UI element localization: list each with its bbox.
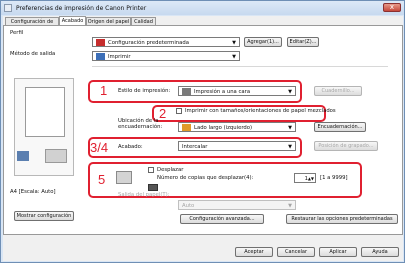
title-bar: Preferencias de impresión de Canon Print… [1, 1, 404, 15]
mixed-sizes-label: Imprimir con tamaños/orientaciones de pa… [185, 108, 336, 114]
chevron-down-icon: ▼ [232, 40, 236, 46]
offset-copies-spinner[interactable]: 1 ▲▼ [294, 173, 316, 183]
offset-copies-range: [1 a 9999] [320, 175, 348, 181]
advanced-settings-button[interactable]: Configuración avanzada... [180, 214, 264, 224]
finishing-value: Intercalar [182, 144, 208, 150]
dialog-content: Configuración de página Acabado Origen d… [3, 16, 403, 261]
mixed-sizes-checkbox[interactable] [176, 108, 182, 114]
staple-position-button[interactable]: Posición de grapado... [314, 141, 378, 151]
divider [92, 66, 388, 67]
chevron-down-icon: ▼ [288, 89, 292, 95]
finisher-preview-icon [45, 149, 67, 163]
profile-icon [96, 39, 105, 46]
offset-copies-label: Número de copias que desplazar(4): [157, 175, 254, 181]
offset-label: Desplazar [157, 167, 184, 173]
offset-sample-icon [148, 184, 158, 191]
callout-34-number: 3/4 [90, 140, 109, 155]
window-title: Preferencias de impresión de Canon Print… [16, 4, 147, 12]
chevron-down-icon: ▼ [288, 144, 292, 150]
edit-profile-button[interactable]: Editar(Z)... [287, 37, 319, 47]
apply-button[interactable]: Aplicar [319, 247, 357, 257]
offset-checkbox[interactable] [148, 167, 154, 173]
chevron-down-icon: ▼ [288, 203, 292, 209]
paper-output-select[interactable]: Auto ▼ [178, 200, 296, 210]
one-sided-icon [182, 88, 191, 95]
output-method-label: Método de salida [10, 51, 56, 57]
profile-label: Perfil [10, 30, 24, 36]
paper-output-label: Salida del papel(T): [118, 192, 170, 198]
spinner-arrows-icon[interactable]: ▲▼ [308, 175, 314, 183]
printer-icon [4, 4, 12, 12]
chevron-down-icon: ▼ [232, 54, 236, 60]
binding-icon [182, 124, 191, 131]
callout-1-number: 1 [100, 83, 108, 98]
callout-5-number: 5 [98, 172, 106, 187]
booklet-button[interactable]: Cuadernillo... [314, 86, 362, 96]
binding-value: Lado largo (izquierdo) [194, 125, 253, 131]
binding-button[interactable]: Encuadernación... [314, 122, 366, 132]
preview-caption: A4 [Escala: Auto] [10, 189, 56, 195]
help-button[interactable]: Ayuda [361, 247, 399, 257]
print-style-value: Impresión a una cara [194, 89, 251, 95]
restore-defaults-button[interactable]: Restaurar las opciones predeterminadas [286, 214, 398, 224]
profile-select[interactable]: Configuración predeterminada ▼ [92, 37, 240, 47]
offset-tray-icon [116, 171, 132, 184]
print-preferences-window: Preferencias de impresión de Canon Print… [0, 0, 405, 263]
page-preview-icon [25, 87, 65, 137]
print-style-label: Estilo de impresión: [118, 88, 171, 94]
document-preview [14, 78, 74, 176]
show-settings-button[interactable]: Mostrar configuración [14, 211, 74, 221]
cancel-button[interactable]: Cancelar [277, 247, 315, 257]
binding-label: Ubicación de la encuadernación: [118, 118, 163, 130]
output-method-value: Imprimir [108, 54, 131, 60]
ok-button[interactable]: Aceptar [235, 247, 273, 257]
output-method-select[interactable]: Imprimir ▼ [92, 51, 240, 61]
printer-preview-icon [17, 151, 29, 161]
finishing-label: Acabado: [118, 144, 143, 150]
chevron-down-icon: ▼ [288, 125, 292, 131]
profile-value: Configuración predeterminada [108, 40, 190, 46]
paper-output-value: Auto [182, 203, 195, 209]
close-button[interactable]: x [383, 3, 401, 12]
finishing-panel: Perfil Configuración predeterminada ▼ Ag… [3, 25, 403, 235]
add-profile-button[interactable]: Agregar(1)... [244, 37, 282, 47]
binding-select[interactable]: Lado largo (izquierdo) ▼ [178, 122, 296, 132]
print-style-select[interactable]: Impresión a una cara ▼ [178, 86, 296, 96]
finishing-select[interactable]: Intercalar ▼ [178, 141, 296, 151]
print-icon [96, 53, 105, 60]
